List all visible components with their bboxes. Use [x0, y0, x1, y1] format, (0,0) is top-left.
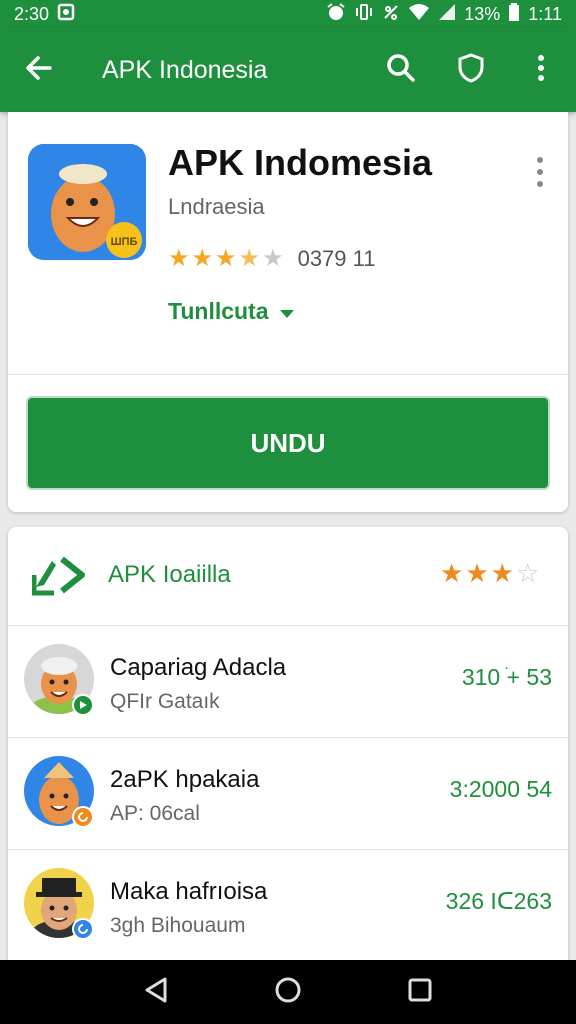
toolbar-title: APK Indonesia	[102, 55, 268, 84]
battery-icon	[508, 3, 520, 25]
alarm-icon	[326, 3, 346, 25]
card-menu-button[interactable]	[528, 154, 552, 194]
nav-back-button[interactable]	[126, 962, 186, 1022]
screenshot-icon	[57, 3, 75, 25]
star-half-icon: ★	[238, 245, 261, 272]
system-nav-bar	[0, 960, 576, 1024]
vibrate-icon	[354, 3, 374, 25]
list-item-value: 326 Iᑕ263	[445, 888, 552, 914]
avatar	[24, 644, 94, 718]
list-header-title: APK Ioaiilla	[108, 561, 231, 588]
list-item-value: 3:2000 54	[449, 776, 552, 802]
install-button[interactable]: UNDU	[28, 398, 548, 488]
app-title: APK Indomesia	[168, 142, 433, 183]
battery-percent: 13%	[464, 3, 501, 24]
avatar	[24, 868, 94, 942]
category-label: Tunllcuta	[168, 298, 269, 324]
more-options-button[interactable]	[506, 28, 576, 112]
update-badge-icon	[72, 918, 94, 940]
app-rating: ★ ★ ★ ★ ★ 0379 11	[168, 246, 375, 272]
app-icon: ШПБ	[28, 144, 146, 260]
nav-recents-button[interactable]	[390, 962, 450, 1022]
list-item-title: Maka hafrıoisa	[110, 878, 268, 905]
app-icon-badge: ШПБ	[111, 236, 138, 248]
list-item-value: 310 ׁ+ 53	[461, 664, 552, 690]
star-full-icon: ★	[191, 245, 214, 272]
shield-button[interactable]	[436, 28, 506, 112]
rating-count: 0379 11	[297, 246, 376, 271]
category-dropdown[interactable]: Tunllcuta	[168, 298, 295, 325]
list-item-subtitle: QFIr Gataık	[110, 690, 220, 713]
star-full-icon: ★	[168, 245, 190, 272]
star-empty-icon: ☆	[515, 558, 540, 588]
nav-home-icon	[274, 976, 302, 1009]
play-badge-icon	[72, 694, 94, 716]
nav-recents-icon	[407, 977, 433, 1008]
data-icon	[382, 3, 400, 25]
app-detail-card: ШПБ APK Indomesia Lndraesia ★ ★ ★ ★ ★ 03…	[8, 112, 568, 512]
list-item-title: Capariag Adacla	[110, 654, 287, 681]
list-item[interactable]: 2aPK hpakaia AP: 06cal 3:2000 54	[8, 737, 568, 849]
shield-icon	[457, 52, 485, 88]
list-header[interactable]: APK Ioaiilla ★ ★ ★ ☆	[8, 527, 568, 625]
back-arrow-icon	[24, 53, 54, 88]
list-item-title: 2aPK hpakaia	[110, 766, 260, 793]
app-developer[interactable]: Lndraesia	[168, 194, 265, 220]
star-full-icon: ★	[490, 558, 514, 588]
search-button[interactable]	[366, 28, 436, 112]
status-bar: 2:30 13% 1:11	[0, 0, 576, 28]
nav-back-icon	[143, 976, 169, 1009]
star-full-icon: ★	[465, 558, 489, 588]
status-time: 2:30	[14, 3, 50, 24]
list-item-subtitle: 3gh Bihouaum	[110, 914, 246, 937]
list-item-subtitle: AP: 06cal	[110, 802, 200, 825]
search-icon	[386, 53, 416, 88]
star-full-icon: ★	[440, 558, 464, 588]
avatar	[24, 756, 94, 830]
more-vert-icon	[536, 156, 544, 193]
more-vert-icon	[537, 54, 545, 87]
divider	[8, 374, 568, 375]
list-item[interactable]: Maka hafrıoisa 3gh Bihouaum 326 Iᑕ263	[8, 849, 568, 961]
nav-home-button[interactable]	[258, 962, 318, 1022]
related-apps-card: APK Ioaiilla ★ ★ ★ ☆ Capariag Adacla QFI…	[8, 527, 568, 967]
star-empty-icon: ★	[262, 245, 284, 272]
signal-icon	[438, 3, 456, 25]
status-clock: 1:11	[528, 3, 562, 24]
app-toolbar: APK Indonesia	[0, 28, 576, 112]
refresh-badge-icon	[72, 806, 94, 828]
wifi-icon	[408, 3, 430, 25]
back-button[interactable]	[0, 28, 78, 112]
star-full-icon: ★	[215, 245, 237, 272]
apk-logo-icon	[31, 553, 88, 597]
list-header-rating: ★ ★ ★ ☆	[440, 560, 539, 586]
dropdown-arrow-icon	[279, 298, 295, 325]
list-item[interactable]: Capariag Adacla QFIr Gataık 310 ׁ+ 53	[8, 625, 568, 737]
